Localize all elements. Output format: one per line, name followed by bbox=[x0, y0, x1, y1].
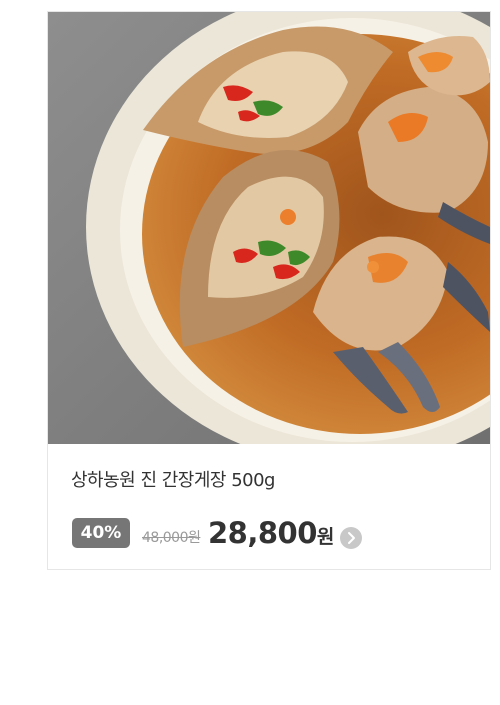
chevron-right-icon bbox=[348, 532, 355, 544]
sale-price-value: 28,800 bbox=[208, 516, 317, 550]
product-card[interactable]: 상하농원 진 간장게장 500g 40% 48,000원 28,800원 bbox=[47, 11, 491, 570]
sale-price-unit: 원 bbox=[316, 526, 334, 548]
product-image[interactable] bbox=[48, 12, 490, 444]
product-detail-button[interactable] bbox=[340, 527, 362, 549]
sale-price: 28,800원 bbox=[208, 516, 334, 550]
discount-badge: 40% bbox=[72, 518, 130, 548]
product-title[interactable]: 상하농원 진 간장게장 500g bbox=[71, 466, 276, 492]
price-row: 40% 48,000원 28,800원 bbox=[72, 516, 472, 552]
original-price: 48,000원 bbox=[142, 530, 201, 546]
